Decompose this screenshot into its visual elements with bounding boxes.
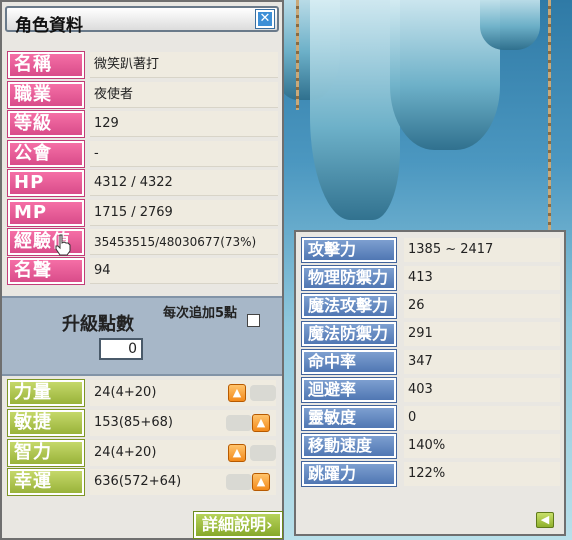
detail-value: 347 <box>404 350 560 374</box>
profile-label: HP <box>7 169 85 197</box>
stat-label: 智力 <box>7 439 85 467</box>
profile-label: 名聲 <box>7 257 85 285</box>
profile-label: 名稱 <box>7 51 85 79</box>
each-add-label: 每次追加5點 <box>162 306 238 321</box>
detail-button[interactable]: 詳細說明› <box>193 511 283 539</box>
detail-value: 26 <box>404 294 560 318</box>
profile-value: 微笑趴著打 <box>90 52 278 78</box>
detail-label: 靈敏度 <box>301 405 397 431</box>
ice-stalactite <box>310 0 400 220</box>
close-icon[interactable]: ✕ <box>255 9 275 29</box>
stat-label: 敏捷 <box>7 409 85 437</box>
profile-label: 等級 <box>7 110 85 138</box>
stat-value: 24(4+20) <box>90 380 276 406</box>
profile-label: 經驗值 <box>7 228 85 256</box>
detail-value: 140% <box>404 434 560 458</box>
up-arrow-icon[interactable]: ▲ <box>252 473 270 491</box>
ability-point-value: 0 <box>99 338 143 360</box>
character-info-window: 角色資料 ✕ 名稱 微笑趴著打 職業 夜使者 等級 129 公會 - HP 43… <box>0 0 284 540</box>
profile-label: 職業 <box>7 81 85 109</box>
stat-label: 力量 <box>7 379 85 407</box>
ice-stalactite <box>480 0 540 50</box>
detail-label: 攻擊力 <box>301 237 397 263</box>
detail-value: 122% <box>404 462 560 486</box>
stat-slot <box>250 385 276 401</box>
ability-point-label: 升級點數 <box>62 314 134 335</box>
detail-label: 命中率 <box>301 349 397 375</box>
stat-value: 24(4+20) <box>90 440 276 466</box>
detail-value: 413 <box>404 266 560 290</box>
up-arrow-icon[interactable]: ▲ <box>252 414 270 432</box>
detail-label: 魔法攻擊力 <box>301 293 397 319</box>
stat-slot <box>250 445 276 461</box>
detail-label: 迴避率 <box>301 377 397 403</box>
detail-value: 0 <box>404 406 560 430</box>
stat-slot <box>226 415 252 431</box>
profile-value: 4312 / 4322 <box>90 170 278 196</box>
window-title: 角色資料 <box>15 16 83 36</box>
detail-value: 1385 ~ 2417 <box>404 238 560 262</box>
back-arrow-icon[interactable]: ◀ <box>536 512 554 528</box>
detail-label: 移動速度 <box>301 433 397 459</box>
profile-value: 35453515/48030677(73%) <box>90 229 278 255</box>
profile-value: 94 <box>90 258 278 284</box>
detail-label: 魔法防禦力 <box>301 321 397 347</box>
hand-cursor-icon <box>55 234 71 256</box>
profile-label: 公會 <box>7 140 85 168</box>
title-bar[interactable]: 角色資料 ✕ <box>5 6 279 36</box>
detail-label: 物理防禦力 <box>301 265 397 291</box>
stat-slot <box>226 474 252 490</box>
detail-value: 291 <box>404 322 560 346</box>
profile-label: MP <box>7 199 85 227</box>
detail-label: 跳躍力 <box>301 461 397 487</box>
rope <box>296 0 299 110</box>
detail-stats-window: 攻擊力 1385 ~ 2417 物理防禦力 413 魔法攻擊力 26 魔法防禦力… <box>294 230 566 536</box>
each-add-checkbox[interactable] <box>247 314 260 327</box>
rope <box>548 0 551 230</box>
detail-value: 403 <box>404 378 560 402</box>
stat-label: 幸運 <box>7 468 85 496</box>
up-arrow-icon[interactable]: ▲ <box>228 384 246 402</box>
profile-value: 夜使者 <box>90 82 278 108</box>
profile-value: - <box>90 141 278 167</box>
up-arrow-icon[interactable]: ▲ <box>228 444 246 462</box>
profile-value: 129 <box>90 111 278 137</box>
ability-point-section: 升級點數 0 每次追加5點 <box>2 296 282 376</box>
profile-value: 1715 / 2769 <box>90 200 278 226</box>
